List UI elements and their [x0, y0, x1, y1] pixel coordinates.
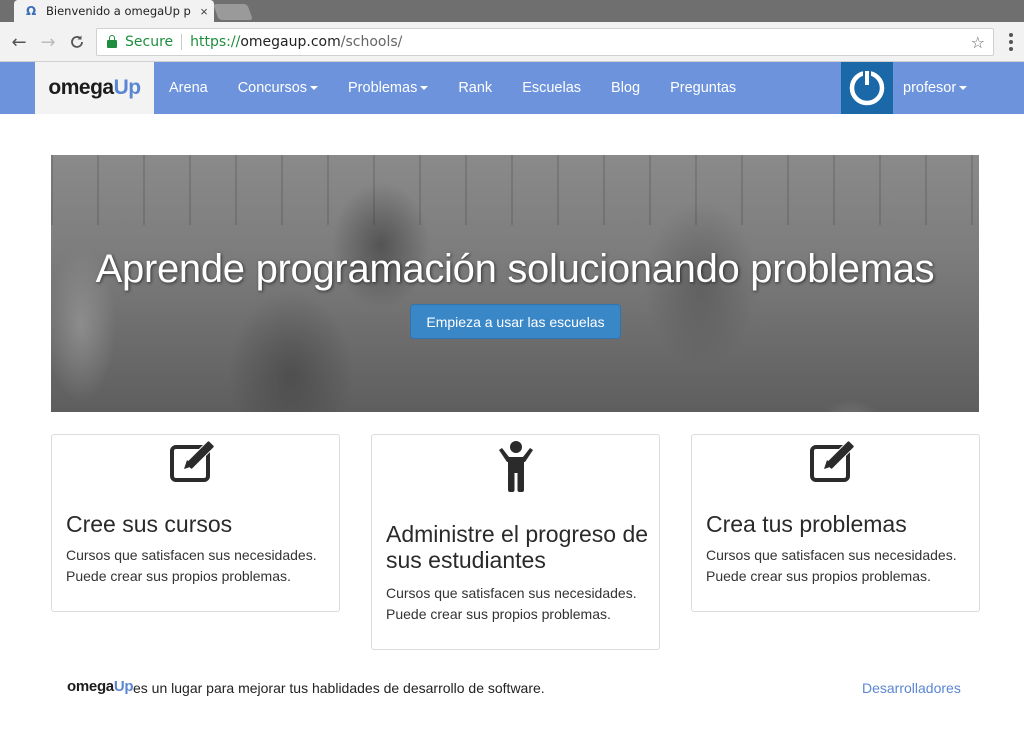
nav-label: Rank: [458, 80, 493, 96]
footer-logo-up: Up: [113, 678, 134, 695]
address-bar[interactable]: Secure https://omegaup.com/schools/ ☆: [96, 28, 994, 56]
developers-link[interactable]: Desarrolladores: [862, 680, 961, 696]
nav-item-blog[interactable]: Blog: [596, 62, 655, 114]
feature-card: Crea tus problemas Cursos que satisfacen…: [691, 434, 980, 612]
url-host: omegaup.com: [240, 34, 341, 50]
nav-label: Escuelas: [522, 80, 582, 96]
student-icon: [372, 440, 659, 492]
footer-logo: omegaUp: [67, 678, 134, 695]
nav-label: Problemas: [348, 80, 418, 96]
nav-item-rank[interactable]: Rank: [443, 62, 507, 114]
omegaup-logo[interactable]: omega Up: [35, 62, 154, 114]
user-menu[interactable]: profesor: [903, 62, 968, 114]
card-text-line: Puede crear sus propios problemas.: [66, 568, 291, 584]
nav-label: Blog: [611, 80, 641, 96]
footer-logo-omega: omega: [67, 678, 114, 695]
edit-icon: [52, 439, 339, 483]
nav-item-preguntas[interactable]: Preguntas: [655, 62, 751, 114]
nav-item-problemas[interactable]: Problemas: [333, 62, 443, 114]
logo-up: Up: [113, 76, 142, 99]
card-text-line: Puede crear sus propios problemas.: [706, 568, 931, 584]
nav-label: Preguntas: [670, 80, 737, 96]
caret-down-icon: [959, 86, 968, 90]
caret-down-icon: [420, 86, 429, 90]
nav-item-arena[interactable]: Arena: [154, 62, 223, 114]
nav-item-concursos[interactable]: Concursos: [223, 62, 333, 114]
hero-title: Aprende programación solucionando proble…: [95, 247, 935, 291]
card-text-line: Cursos que satisfacen sus necesidades.: [66, 547, 317, 563]
tab-title: Bienvenido a omegaUp p: [46, 4, 191, 18]
card-title: Administre el progreso de sus estudiante…: [386, 521, 649, 573]
new-tab-button[interactable]: [213, 4, 253, 20]
caret-down-icon: [310, 86, 319, 90]
card-title: Crea tus problemas: [706, 511, 907, 537]
start-schools-button[interactable]: Empieza a usar las escuelas: [410, 304, 621, 339]
nav-label: Arena: [169, 80, 208, 96]
omega-favicon-icon: Ω: [26, 4, 37, 18]
security-label: Secure: [125, 34, 174, 50]
nav-item-escuelas[interactable]: Escuelas: [507, 62, 596, 114]
logo-omega: omega: [48, 76, 114, 99]
close-tab-icon[interactable]: ×: [194, 4, 214, 19]
hero-banner: Aprende programación solucionando proble…: [51, 155, 979, 412]
browser-tabstrip: Ω Bienvenido a omegaUp p ×: [0, 0, 1024, 22]
bookmark-star-icon[interactable]: ☆: [971, 33, 985, 52]
feature-card: Cree sus cursos Cursos que satisfacen su…: [51, 434, 340, 612]
card-text-line: Cursos que satisfacen sus necesidades.: [386, 585, 637, 601]
url-scheme: https://: [190, 34, 241, 50]
card-text-line: Cursos que satisfacen sus necesidades.: [706, 547, 957, 563]
card-title: Cree sus cursos: [66, 511, 233, 537]
power-logo-icon: [849, 70, 885, 106]
edit-icon: [692, 439, 979, 483]
reload-icon[interactable]: [66, 31, 88, 53]
footer-tagline: es un lugar para mejorar tus hablidades …: [133, 680, 545, 696]
user-name: profesor: [903, 80, 957, 96]
nav-links: Arena Concursos Problemas Rank Escuelas …: [154, 62, 751, 114]
url-path: /schools/: [340, 34, 403, 50]
hero-background-photo: [51, 155, 979, 225]
nav-label: Concursos: [237, 80, 308, 96]
browser-menu-icon[interactable]: [1004, 31, 1018, 53]
card-text-line: Puede crear sus propios problemas.: [386, 606, 611, 622]
browser-tab[interactable]: Ω Bienvenido a omegaUp p ×: [14, 0, 214, 22]
omnibox-divider: [181, 34, 183, 50]
back-arrow-icon[interactable]: ←: [8, 31, 30, 53]
browser-toolbar: ← → Secure https://omegaup.com/schools/ …: [0, 22, 1024, 62]
feature-card: Administre el progreso de sus estudiante…: [371, 434, 660, 650]
user-avatar[interactable]: [841, 62, 893, 114]
lock-icon: [107, 35, 117, 48]
forward-arrow-icon[interactable]: →: [37, 31, 59, 53]
